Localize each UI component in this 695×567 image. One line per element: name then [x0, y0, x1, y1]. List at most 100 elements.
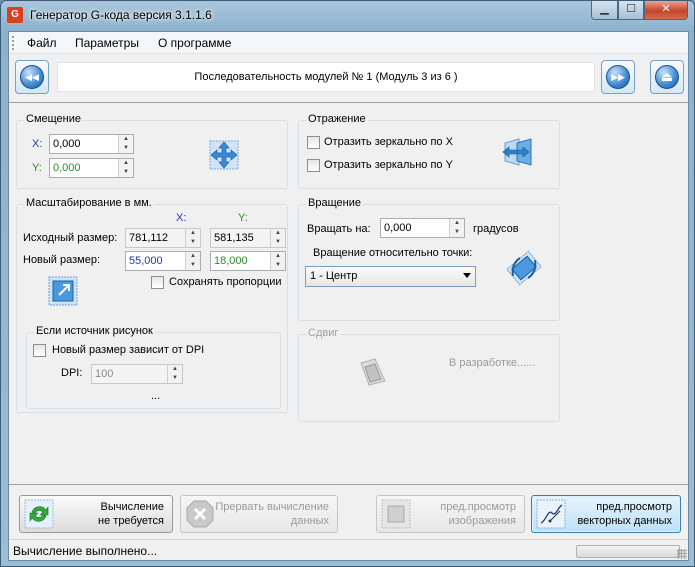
mirror-arrows-icon — [502, 138, 532, 166]
rotate-input[interactable]: 0,000 ▲ ▼ — [380, 218, 465, 238]
menu-file[interactable]: Файл — [27, 36, 57, 50]
keep-ratio-checkbox[interactable] — [151, 276, 164, 289]
menu-about[interactable]: О программе — [158, 36, 231, 50]
offset-x-stepper[interactable]: ▲ ▼ — [118, 135, 133, 153]
scaling-col-y: Y: — [238, 212, 248, 224]
refresh-icon — [24, 499, 54, 529]
offset-x-value: 0,000 — [53, 138, 81, 150]
rotate-icon — [506, 250, 542, 286]
new-y-stepper[interactable]: ▲ ▼ — [270, 252, 285, 270]
shift-title: Сдвиг — [306, 327, 341, 339]
new-x-input[interactable]: 55,000 ▲ ▼ — [125, 251, 201, 271]
dpi-label: DPI: — [61, 367, 83, 379]
eject-button[interactable]: ⏏ — [650, 60, 684, 94]
window-title: Генератор G-кода версия 3.1.1.6 — [30, 8, 212, 22]
preview-image-button: пред.просмотр изображения — [376, 495, 525, 533]
new-size-label: Новый размер: — [23, 254, 101, 266]
preview-vector-button[interactable]: пред.просмотр векторных данных — [531, 495, 681, 533]
mirror-y-label: Отразить зеркально по Y — [324, 159, 453, 171]
sequence-label: Последовательность модулей № 1 (Модуль 3… — [57, 62, 595, 92]
rewind-icon: ◀◀ — [20, 65, 44, 89]
preview-image-label-line1: пред.просмотр — [440, 501, 516, 513]
dpi-dependent-label: Новый размер зависит от DPI — [52, 344, 205, 356]
settings-panel: Смещение X: 0,000 ▲▼ Y: 0,000 ▲▼ Отраж — [9, 102, 688, 484]
source-size-label: Исходный размер: — [23, 232, 118, 244]
image-source-title: Если источник рисунок — [34, 325, 155, 337]
new-y-value: 18,000 — [214, 255, 248, 267]
title-bar[interactable]: G Генератор G-кода версия 3.1.1.6 ▁ ☐ ✕ — [1, 1, 694, 31]
mirror-x-label: Отразить зеркально по X — [324, 136, 453, 148]
new-y-input[interactable]: 18,000 ▲ ▼ — [210, 251, 286, 271]
degrees-label: градусов — [473, 223, 519, 235]
reflection-group: Отражение Отразить зеркально по X Отрази… — [298, 113, 560, 189]
close-button[interactable]: ✕ — [644, 1, 688, 20]
shift-status: В разработке...... — [449, 357, 536, 369]
new-x-stepper[interactable]: ▲ ▼ — [185, 252, 200, 270]
app-icon: G — [7, 7, 23, 23]
rotate-label: Вращать на: — [307, 223, 371, 235]
eject-icon: ⏏ — [655, 65, 679, 89]
source-x-stepper: ▲ ▼ — [185, 229, 200, 247]
menu-bar: Файл Параметры О программе — [9, 32, 688, 54]
offset-y-input[interactable]: 0,000 ▲ ▼ — [49, 158, 134, 178]
preview-vector-label-line1: пред.просмотр — [596, 501, 672, 513]
shift-group: Сдвиг В разработке...... — [298, 327, 560, 422]
abort-label-line2: данных — [290, 515, 329, 527]
pivot-label: Вращение относительно точки: — [313, 247, 473, 259]
status-bar: Вычисление выполнено... — [9, 539, 688, 560]
dpi-input: 100 ▲ ▼ — [91, 364, 183, 384]
maximize-button[interactable]: ☐ — [618, 1, 644, 20]
new-x-value: 55,000 — [129, 255, 163, 267]
resize-grip[interactable] — [677, 549, 687, 559]
status-text: Вычисление выполнено... — [13, 544, 158, 558]
offset-y-label: Y: — [32, 162, 42, 174]
abort-label-line1: Прервать вычисление — [215, 501, 329, 513]
minimize-button[interactable]: ▁ — [591, 1, 618, 20]
image-source-group: Если источник рисунок Новый размер завис… — [26, 325, 281, 409]
source-y-stepper: ▲ ▼ — [270, 229, 285, 247]
source-y-input: 581,135 ▲ ▼ — [210, 228, 286, 248]
chevron-down-icon — [463, 273, 471, 278]
abort-button: Прервать вычисление данных — [180, 495, 338, 533]
menu-parameters[interactable]: Параметры — [75, 36, 139, 50]
dpi-stepper: ▲ ▼ — [167, 365, 182, 383]
mirror-y-checkbox[interactable] — [307, 159, 320, 172]
calculate-label-line2: не требуется — [98, 515, 164, 527]
abort-label: Прервать вычисление данных — [215, 500, 329, 528]
mirror-x-checkbox[interactable] — [307, 136, 320, 149]
next-module-button[interactable]: ▶▶ — [601, 60, 635, 94]
calculate-button[interactable]: Вычисление не требуется — [19, 495, 173, 533]
source-x-value: 781,112 — [129, 232, 168, 244]
preview-image-label: пред.просмотр изображения — [440, 500, 516, 528]
prev-module-button[interactable]: ◀◀ — [15, 60, 49, 94]
scaling-title: Масштабирование в мм. — [24, 197, 154, 209]
stop-icon — [186, 500, 214, 528]
pivot-select[interactable]: 1 - Центр — [305, 266, 476, 287]
offset-y-value: 0,000 — [53, 162, 81, 174]
rotate-value: 0,000 — [384, 222, 412, 234]
preview-vector-label-line2: векторных данных — [577, 515, 672, 527]
offset-y-stepper[interactable]: ▲ ▼ — [118, 159, 133, 177]
action-bar: Вычисление не требуется Прервать вычисле… — [9, 484, 688, 539]
fast-forward-icon: ▶▶ — [606, 65, 630, 89]
rotate-stepper[interactable]: ▲ ▼ — [449, 219, 464, 237]
preview-vector-label: пред.просмотр векторных данных — [577, 500, 672, 528]
pivot-value: 1 - Центр — [310, 270, 358, 282]
preview-image-label-line2: изображения — [448, 515, 516, 527]
resize-icon — [48, 276, 78, 306]
offset-title: Смещение — [24, 113, 84, 125]
rotation-title: Вращение — [306, 197, 363, 209]
client-area: Файл Параметры О программе ◀◀ Последоват… — [8, 31, 689, 561]
offset-group: Смещение X: 0,000 ▲ ▼ Y: 0,000 ▲ ▼ — [16, 113, 288, 189]
image-preview-icon — [381, 499, 411, 529]
menu-grip — [12, 36, 15, 50]
dpi-more-button[interactable]: ... — [151, 390, 160, 402]
progress-bar — [576, 545, 680, 558]
calculate-label-line1: Вычисление — [100, 501, 165, 513]
dpi-value: 100 — [95, 368, 114, 380]
reflection-title: Отражение — [306, 113, 368, 125]
dpi-dependent-checkbox[interactable] — [33, 344, 46, 357]
offset-x-input[interactable]: 0,000 ▲ ▼ — [49, 134, 134, 154]
offset-x-label: X: — [32, 138, 43, 150]
move-arrows-icon — [209, 140, 239, 170]
